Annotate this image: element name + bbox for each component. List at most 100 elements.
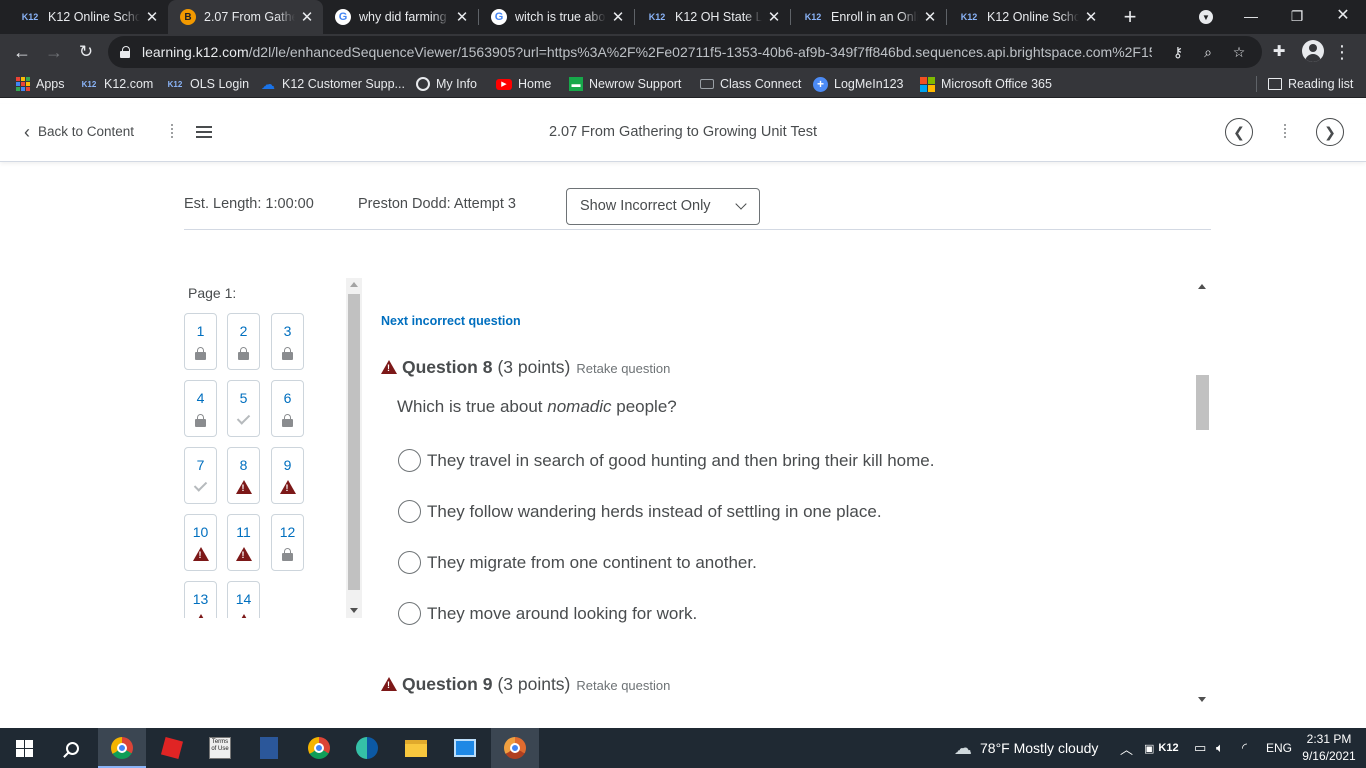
radio-button[interactable] — [398, 551, 421, 574]
next-incorrect-link[interactable]: Next incorrect question — [381, 314, 521, 328]
next-topic-button[interactable]: ❯ — [1316, 118, 1344, 146]
answer-option[interactable]: They move around looking for work. — [398, 602, 697, 625]
question-nav-button[interactable]: 8 — [227, 447, 260, 504]
taskbar-chrome[interactable] — [98, 728, 146, 768]
reload-button[interactable]: ↻ — [72, 38, 100, 66]
filter-dropdown[interactable]: Show Incorrect Only — [566, 188, 760, 225]
battery-icon[interactable]: ▭ — [1194, 728, 1206, 768]
question-nav-button[interactable]: 6 — [271, 380, 304, 437]
palette-scrollbar[interactable] — [346, 278, 362, 618]
taskbar-app[interactable] — [295, 728, 343, 768]
bookmark-logmein[interactable]: + LogMeIn123 — [813, 75, 904, 93]
answer-option[interactable]: They travel in search of good hunting an… — [398, 449, 934, 472]
extensions-icon[interactable]: ✚ — [1265, 38, 1293, 66]
scrollbar-thumb[interactable] — [348, 294, 360, 590]
close-icon[interactable]: ✕ — [610, 8, 626, 26]
bookmark-k12[interactable]: K12 K12.com — [80, 75, 154, 93]
close-window-button[interactable]: ✕ — [1320, 0, 1366, 34]
zoom-icon[interactable]: ⌕ — [1198, 42, 1218, 62]
forward-button[interactable]: → — [40, 38, 68, 66]
address-bar[interactable]: learning.k12.com/d2l/le/enhancedSequence… — [108, 36, 1262, 68]
wifi-icon[interactable]: ◜ — [1242, 728, 1247, 768]
taskbar-app[interactable] — [491, 728, 539, 768]
scroll-down-icon[interactable] — [1198, 697, 1206, 702]
question-nav-button[interactable]: 7 — [184, 447, 217, 504]
search-button[interactable] — [48, 728, 96, 768]
question-nav-button[interactable]: 14 — [227, 581, 260, 618]
content-scrollbar[interactable] — [1194, 278, 1211, 708]
browser-toolbar: ← → ↻ learning.k12.com/d2l/le/enhancedSe… — [0, 34, 1366, 70]
browser-tab[interactable]: K12 K12 Online Schoo ✕ — [947, 0, 1107, 34]
taskbar-app[interactable] — [441, 728, 489, 768]
volume-icon[interactable]: 🔈︎ — [1216, 728, 1224, 768]
bookmark-newrow-support[interactable]: ▬ Newrow Support — [569, 75, 681, 93]
bookmark-apps[interactable]: Apps — [16, 75, 65, 93]
start-button[interactable] — [0, 728, 48, 768]
close-icon[interactable]: ✕ — [299, 8, 315, 26]
question-nav-button[interactable]: 1 — [184, 313, 217, 370]
question-nav-button[interactable]: 9 — [271, 447, 304, 504]
bookmark-home[interactable]: ▶ Home — [496, 75, 551, 93]
bookmark-my-info[interactable]: My Info — [416, 75, 477, 93]
question-nav-button[interactable]: 10 — [184, 514, 217, 571]
browser-tab[interactable]: K12 Enroll in an Onlin ✕ — [791, 0, 946, 34]
question-nav-button[interactable]: 3 — [271, 313, 304, 370]
clock[interactable]: 2:31 PM 9/16/2021 — [1296, 731, 1362, 765]
question-header: Question 8 (3 points) Retake question — [381, 357, 670, 378]
close-icon[interactable]: ✕ — [144, 8, 160, 26]
browser-tab-active[interactable]: B 2.07 From Gather ✕ — [168, 0, 323, 34]
question-nav-button[interactable]: 2 — [227, 313, 260, 370]
radio-button[interactable] — [398, 500, 421, 523]
close-icon[interactable]: ✕ — [922, 8, 938, 26]
taskbar-app[interactable] — [148, 728, 196, 768]
bookmark-customer-support[interactable]: ☁ K12 Customer Supp... — [260, 75, 405, 93]
weather-widget[interactable]: ☁ 78°F Mostly cloudy — [954, 728, 1098, 768]
question-nav-button[interactable]: 11 — [227, 514, 260, 571]
scrollbar-thumb[interactable] — [1196, 375, 1209, 430]
radio-button[interactable] — [398, 602, 421, 625]
browser-tab[interactable]: G witch is true abou ✕ — [479, 0, 634, 34]
taskbar-app[interactable] — [245, 728, 293, 768]
question-nav-button[interactable]: 5 — [227, 380, 260, 437]
profile-avatar[interactable] — [1302, 40, 1324, 62]
star-icon[interactable]: ☆ — [1229, 42, 1249, 62]
tray-k12[interactable]: ▣ K12 — [1144, 728, 1179, 768]
close-icon[interactable]: ✕ — [454, 8, 470, 26]
retake-question-link[interactable]: Retake question — [576, 361, 670, 376]
language-indicator[interactable]: ENG — [1266, 728, 1292, 768]
answer-option[interactable]: They migrate from one continent to anoth… — [398, 551, 757, 574]
question-nav-button[interactable]: 4 — [184, 380, 217, 437]
retake-question-link[interactable]: Retake question — [576, 678, 670, 693]
scroll-down-icon[interactable] — [350, 608, 358, 613]
question-nav-button[interactable]: 13 — [184, 581, 217, 618]
browser-tab[interactable]: K12 K12 OH State LP I ✕ — [635, 0, 790, 34]
close-icon[interactable]: ✕ — [1083, 8, 1099, 26]
question-status — [185, 345, 216, 361]
browser-tab[interactable]: K12 K12 Online Schoo ✕ — [8, 0, 168, 34]
minimize-button[interactable]: — — [1228, 0, 1274, 34]
taskbar-app[interactable]: Terms of Use — [196, 728, 244, 768]
close-icon[interactable]: ✕ — [766, 8, 782, 26]
bookmark-office-365[interactable]: Microsoft Office 365 — [920, 75, 1052, 93]
previous-topic-button[interactable]: ❮ — [1225, 118, 1253, 146]
back-button[interactable]: ← — [8, 38, 36, 66]
reading-list-button[interactable]: Reading list — [1268, 75, 1353, 93]
tab-search-button[interactable]: ▼ — [1196, 8, 1216, 26]
key-icon[interactable]: ⚷ — [1168, 42, 1188, 62]
menu-icon[interactable]: ⋮ — [1328, 38, 1356, 66]
folder-icon — [405, 739, 427, 757]
taskbar-app[interactable] — [343, 728, 391, 768]
browser-tab[interactable]: G why did farming c ✕ — [323, 0, 478, 34]
bookmark-ols-login[interactable]: K12 OLS Login — [166, 75, 249, 93]
tray-chevron-up-icon[interactable]: ︿ — [1120, 728, 1133, 768]
new-tab-button[interactable]: + — [1119, 4, 1141, 30]
scroll-up-icon[interactable] — [350, 282, 358, 287]
scroll-up-icon[interactable] — [1198, 284, 1206, 289]
bookmark-class-connect[interactable]: Class Connect — [700, 75, 801, 93]
radio-button[interactable] — [398, 449, 421, 472]
question-nav-button[interactable]: 12 — [271, 514, 304, 571]
answer-option[interactable]: They follow wandering herds instead of s… — [398, 500, 882, 523]
question-number: 6 — [283, 390, 292, 406]
restore-button[interactable]: ❐ — [1274, 0, 1320, 34]
taskbar-app[interactable] — [392, 728, 440, 768]
